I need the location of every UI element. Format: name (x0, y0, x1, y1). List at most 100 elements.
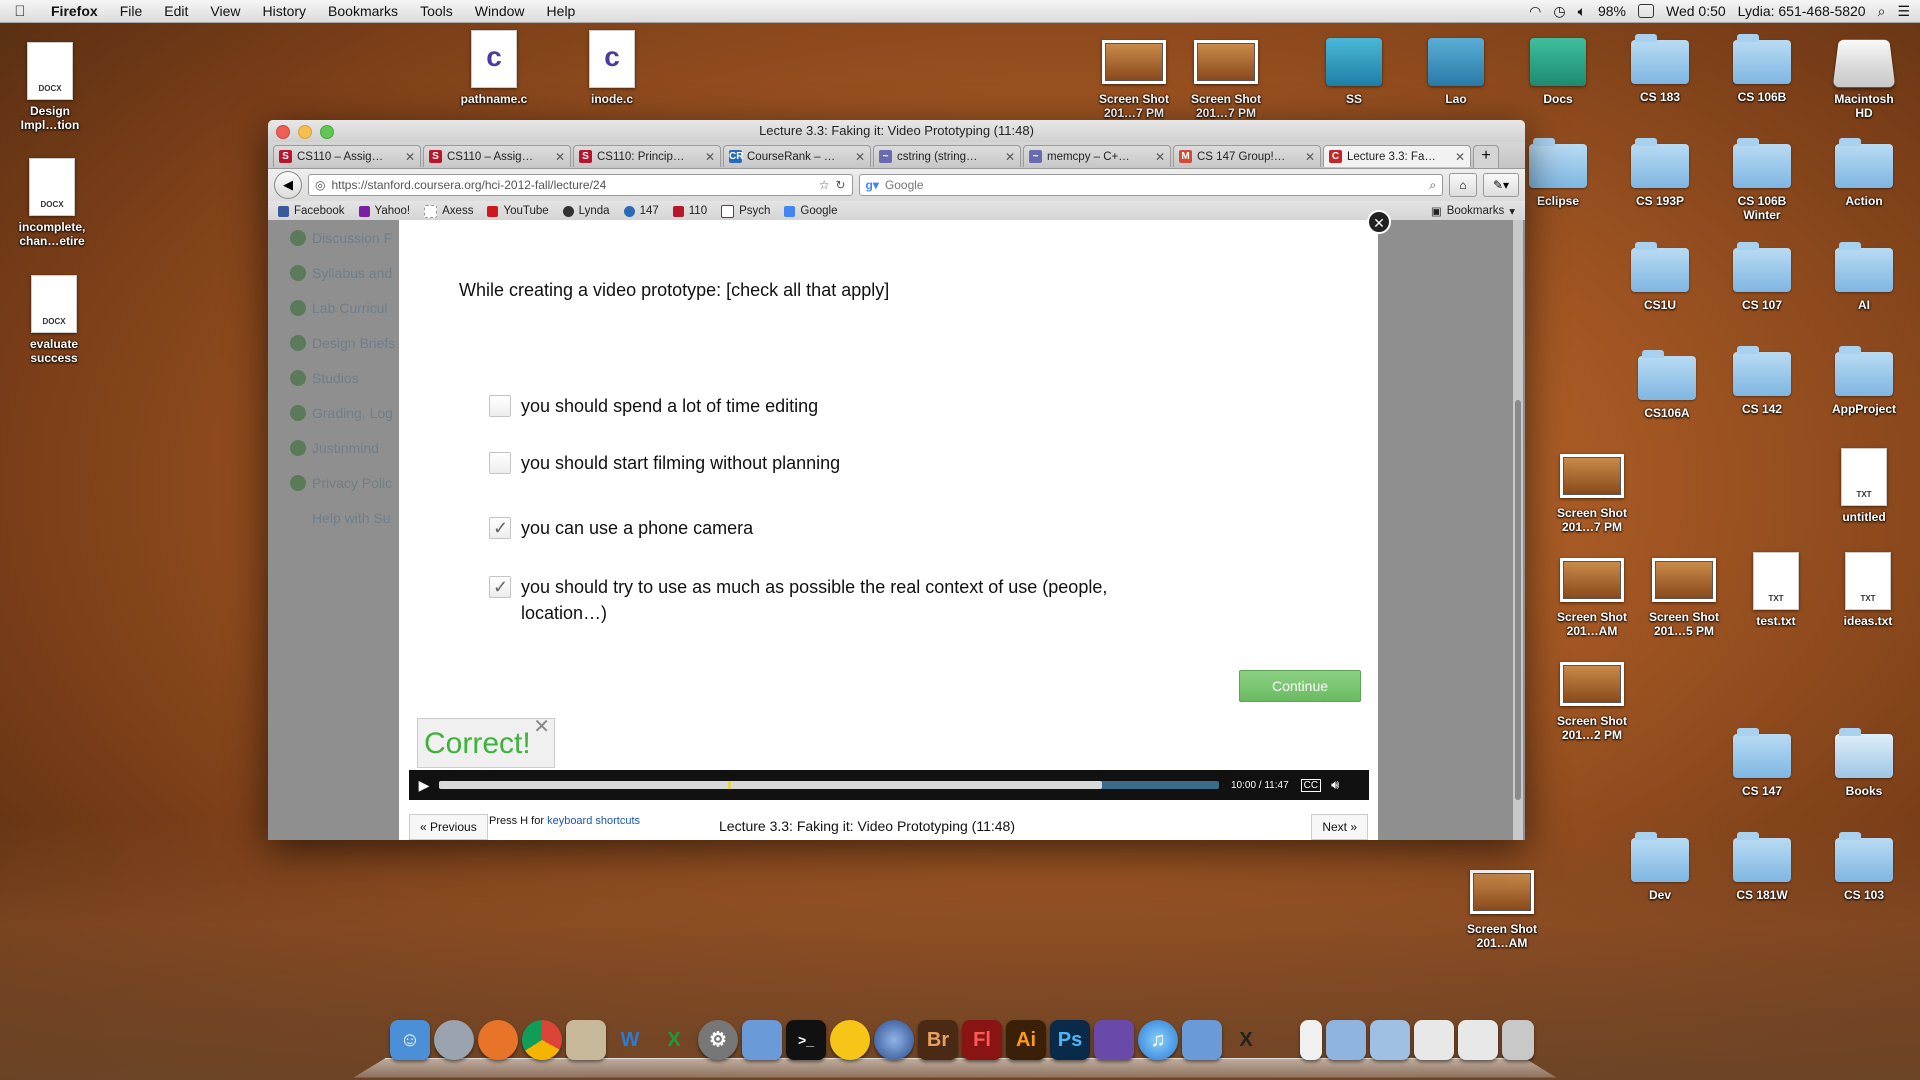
desktop-folder[interactable]: Dev (1610, 832, 1710, 902)
desktop-folder[interactable]: CS 142 (1712, 346, 1812, 416)
bookmark-google[interactable]: Google (784, 205, 838, 217)
app-store-icon[interactable] (1182, 1020, 1222, 1060)
trash-icon[interactable] (1502, 1020, 1534, 1060)
xcode-icon[interactable] (742, 1020, 782, 1060)
option-checkbox-checked[interactable] (489, 574, 511, 600)
illustrator-icon[interactable]: Ai (1006, 1020, 1046, 1060)
desktop-file[interactable]: TXT untitled (1814, 448, 1914, 524)
close-tab-icon[interactable]: ✕ (405, 150, 415, 164)
itunes-icon[interactable]: ♫ (1138, 1020, 1178, 1060)
desktop-folder[interactable]: CS 103 (1814, 832, 1914, 902)
bookmark-147[interactable]: 147 (623, 205, 659, 217)
close-tab-icon[interactable]: ✕ (1305, 150, 1315, 164)
dismiss-feedback-icon[interactable]: ✕ (533, 717, 550, 737)
next-button[interactable]: Next » (1311, 814, 1368, 840)
menu-file[interactable]: File (109, 3, 154, 19)
close-tab-icon[interactable]: ✕ (855, 150, 865, 164)
keyboard-shortcuts-link[interactable]: keyboard shortcuts (547, 815, 640, 827)
sidebar-item[interactable]: Syllabus and (282, 255, 402, 290)
home-button[interactable]: ⌂ (1449, 173, 1478, 197)
menu-help[interactable]: Help (536, 3, 587, 19)
menu-tools[interactable]: Tools (409, 3, 464, 19)
desktop-folder[interactable]: CS 147 (1712, 728, 1812, 798)
network-icon[interactable] (874, 1020, 914, 1060)
sidebar-item[interactable]: Grading, Log (282, 395, 402, 430)
preview-icon[interactable] (566, 1020, 606, 1060)
document-icon[interactable] (1300, 1020, 1322, 1060)
bookmark-facebook[interactable]: Facebook (278, 205, 345, 217)
clock[interactable]: Wed 0:50 (1666, 3, 1726, 19)
desktop-file[interactable]: DOCX incomplete, chan…etire (2, 158, 102, 248)
google-search-icon[interactable]: g▾ (866, 178, 879, 192)
close-window-icon[interactable] (276, 125, 290, 139)
close-tab-icon[interactable]: ✕ (1155, 150, 1165, 164)
scrollbar-thumb[interactable] (1515, 400, 1521, 800)
continue-button[interactable]: Continue (1239, 670, 1361, 702)
option-checkbox[interactable] (489, 452, 511, 474)
desktop-folder[interactable]: CS1U (1610, 242, 1710, 312)
bookmark-youtube[interactable]: YouTube (487, 205, 549, 217)
word-icon[interactable]: W (610, 1020, 650, 1060)
desktop-file[interactable]: Screen Shot 201…AM (1452, 864, 1552, 950)
desktop-folder[interactable]: Books (1814, 728, 1914, 798)
desktop-folder[interactable]: CS106A (1617, 350, 1717, 420)
desktop-file[interactable]: Screen Shot 201…5 PM (1634, 552, 1734, 638)
menu-edit[interactable]: Edit (153, 3, 199, 19)
desktop-folder[interactable]: CS 181W (1712, 832, 1812, 902)
list-icon[interactable]: ☰ (1897, 3, 1910, 20)
back-button[interactable]: ◀ (274, 171, 302, 199)
downloads-icon[interactable] (1458, 1020, 1498, 1060)
close-tab-icon[interactable]: ✕ (1455, 150, 1465, 164)
page-scrollbar[interactable] (1513, 220, 1523, 840)
apple-menu-icon[interactable]:  (0, 3, 40, 20)
sidebar-item[interactable]: Privacy Polic (282, 465, 402, 500)
bookmark-axess[interactable]: Axess (424, 204, 473, 218)
spotlight-icon[interactable]: ⌕ (1878, 3, 1886, 20)
bookmark-lynda[interactable]: Lynda (562, 205, 610, 217)
sidebar-item[interactable]: Discussion F (282, 220, 402, 255)
time-machine-icon[interactable]: ◷ (1553, 3, 1565, 20)
search-input[interactable]: Google (885, 178, 1423, 192)
menu-view[interactable]: View (199, 3, 251, 19)
desktop-file[interactable]: Screen Shot 201…7 PM (1542, 448, 1642, 534)
excel-icon[interactable]: X (654, 1020, 694, 1060)
desktop-file[interactable]: TXT test.txt (1726, 552, 1826, 628)
desktop-folder[interactable]: CS 107 (1712, 242, 1812, 312)
browser-tab-active[interactable]: C Lecture 3.3: Fa… ✕ (1323, 145, 1471, 167)
quiz-option[interactable]: you can use a phone camera (489, 515, 1129, 541)
browser-tab[interactable]: ~ cstring (string… ✕ (873, 145, 1021, 167)
bookmark-yahoo[interactable]: Yahoo! (358, 205, 410, 217)
desktop-file[interactable]: DOCX Design Impl…tion (0, 42, 100, 132)
play-icon[interactable]: ▶ (409, 777, 439, 794)
previous-button[interactable]: « Previous (409, 814, 488, 840)
desktop-folder[interactable]: CS 106B Winter (1712, 138, 1812, 222)
close-overlay-icon[interactable]: ✕ (1367, 210, 1391, 234)
sidebar-item[interactable]: Lab Curricul (282, 290, 402, 325)
volume-icon[interactable]: 🔈︎ (1578, 3, 1586, 20)
desktop-file[interactable]: Screen Shot 201…2 PM (1542, 656, 1642, 742)
desktop-file[interactable]: DOCX evaluate success (4, 275, 104, 365)
user-name[interactable]: Lydia: 651-468-5820 (1738, 3, 1866, 19)
menu-history[interactable]: History (251, 3, 317, 19)
sidebar-item[interactable]: Design Briefs (282, 325, 402, 360)
terminal-icon[interactable]: >_ (786, 1020, 826, 1060)
aperture-icon[interactable] (1094, 1020, 1134, 1060)
desktop-file[interactable]: TXT ideas.txt (1818, 552, 1918, 628)
search-bar[interactable]: g▾ Google ⌕ (858, 174, 1444, 196)
url-bar[interactable]: ◎ https://stanford.coursera.org/hci-2012… (307, 174, 853, 196)
system-preferences-icon[interactable]: ⚙ (698, 1020, 738, 1060)
browser-tab[interactable]: S CS110 – Assig… ✕ (423, 145, 571, 167)
new-tab-button[interactable]: + (1473, 145, 1499, 168)
extensions-button[interactable]: ✎▾ (1483, 173, 1519, 197)
seek-bar[interactable] (439, 781, 1219, 789)
finder-icon[interactable]: ☺ (390, 1020, 430, 1060)
reload-icon[interactable]: ↻ (835, 178, 845, 192)
documents-folder-icon[interactable] (1370, 1020, 1410, 1060)
browser-tab[interactable]: M CS 147 Group!… ✕ (1173, 145, 1321, 167)
desktop-folder[interactable]: AppProject (1814, 346, 1914, 416)
menu-window[interactable]: Window (464, 3, 536, 19)
option-checkbox[interactable] (489, 395, 511, 417)
applications-folder-icon[interactable] (1326, 1020, 1366, 1060)
search-icon[interactable]: ⌕ (1429, 178, 1436, 193)
bookmark-psych[interactable]: Psych (721, 204, 770, 218)
